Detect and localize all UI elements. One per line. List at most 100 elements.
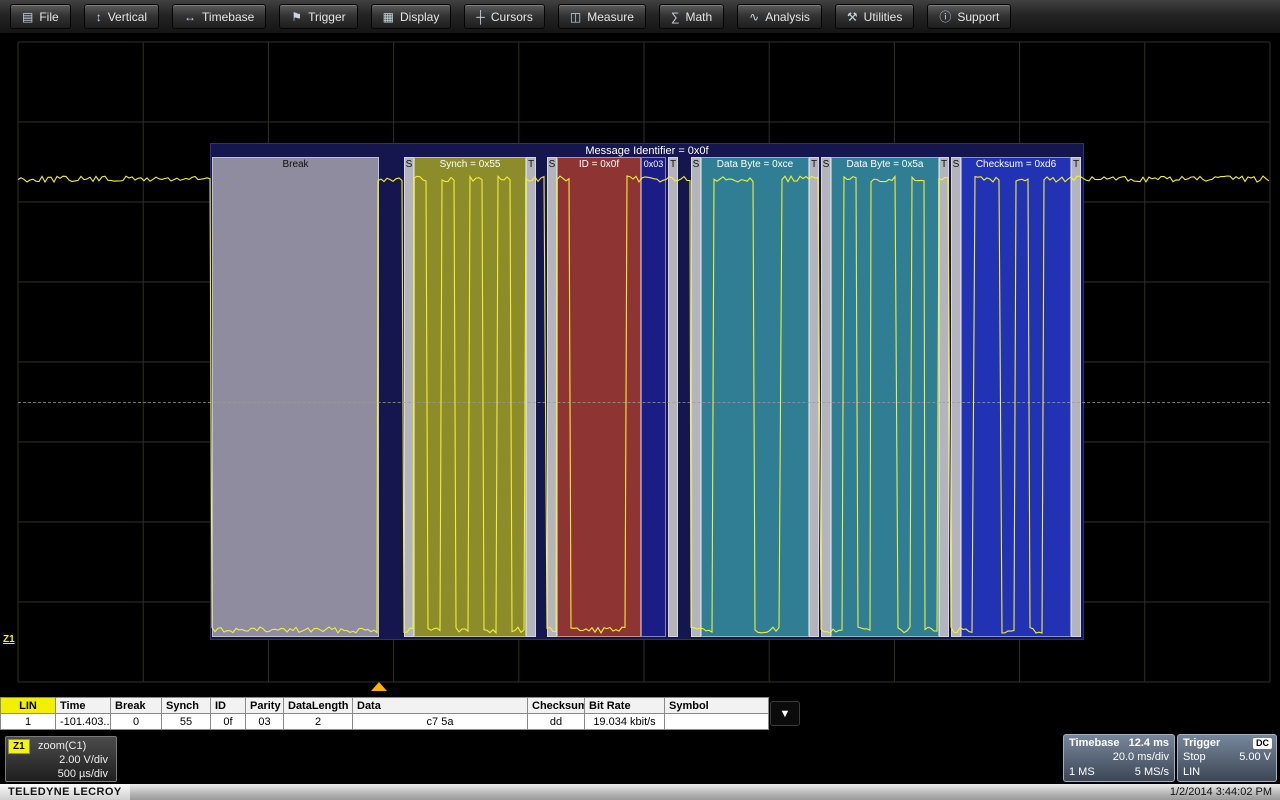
decode-field-id: ID = 0x0f [557, 157, 641, 637]
table-header-cell: Break [111, 698, 162, 714]
trigger-title: Trigger [1183, 737, 1220, 749]
timebase-samples: 1 MS [1069, 766, 1095, 778]
decode-field-label: ID = 0x0f [558, 158, 640, 171]
menu-analysis-button[interactable]: ∿ Analysis [737, 4, 822, 29]
trigger-coupling-badge: DC [1253, 738, 1272, 749]
decode-field-label: Data Byte = 0xce [702, 158, 808, 171]
start-bit-label: S [952, 158, 960, 171]
menu-timebase-button[interactable]: ↔ Timebase [172, 4, 266, 29]
menu-cursors-button[interactable]: ┼ Cursors [464, 4, 545, 29]
table-header-cell: ID [211, 698, 246, 714]
chevron-down-icon: ▼ [780, 708, 791, 720]
table-value-cell: dd [528, 714, 585, 730]
start-bit-label: S [692, 158, 700, 171]
table-bus-label[interactable]: LIN [1, 698, 56, 714]
timebase-panel[interactable]: Timebase 12.4 ms 20.0 ms/div 1 MS 5 MS/s [1063, 734, 1175, 782]
menu-trigger-button[interactable]: ⚑ Trigger [279, 4, 357, 29]
table-value-cell [665, 714, 769, 730]
menu-label: Trigger [308, 10, 346, 24]
table-header-cell: Synch [162, 698, 211, 714]
decode-start-bit: S [951, 157, 961, 637]
trigger-panel[interactable]: Trigger DC Stop 5.00 V LIN [1177, 734, 1277, 782]
trigger-position-marker[interactable] [371, 682, 387, 691]
brand-patch: TELEDYNE LECROY [0, 784, 130, 800]
menu-measure-button[interactable]: ◫Measure [558, 4, 646, 29]
zoom-descriptor-panel[interactable]: Z1 zoom(C1) 2.00 V/div 500 µs/div [5, 736, 117, 782]
menu-label: File [39, 10, 58, 24]
decode-field-label: Synch = 0x55 [415, 158, 525, 171]
menu-utilities-button[interactable]: ⚒Utilities [835, 4, 914, 29]
menu-label: Utilities [864, 10, 903, 24]
decode-field-data2: Data Byte = 0x5a [831, 157, 939, 637]
decode-stop-bit: T [1071, 157, 1081, 637]
decode-stop-bit: T [526, 157, 536, 637]
menu-label: Cursors [491, 10, 533, 24]
decode-field-label: Data Byte = 0x5a [832, 158, 938, 171]
timebase-sample-rate: 5 MS/s [1135, 766, 1169, 778]
menu-file-button[interactable]: ▤File [10, 4, 71, 29]
stop-bit-label: T [810, 158, 818, 171]
decode-stop-bit: T [809, 157, 819, 637]
decode-field-break: Break [212, 157, 379, 637]
measure-icon: ◫ [570, 11, 581, 23]
table-header-cell: Checksum [528, 698, 585, 714]
menu-label: Support [957, 10, 999, 24]
decode-start-bit: S [821, 157, 831, 637]
decode-stop-bit: T [668, 157, 678, 637]
support-icon: ⓘ [939, 11, 951, 23]
status-bar: TELEDYNE LECROY 1/2/2014 3:44:02 PM [0, 784, 1280, 800]
zero-reference-line [18, 402, 1270, 403]
trigger-source: LIN [1183, 766, 1200, 778]
decode-field-checksum: Checksum = 0xd6 [961, 157, 1071, 637]
table-header-cell: Data [353, 698, 528, 714]
decode-start-bit: S [691, 157, 701, 637]
decode-result-table: LIN Time Break Synch ID Parity DataLengt… [0, 697, 769, 730]
table-header-cell: Symbol [665, 698, 769, 714]
menu-vertical-button[interactable]: ↕ Vertical [84, 4, 159, 29]
table-value-cell: -101.403... [56, 714, 111, 730]
start-bit-label: S [822, 158, 830, 171]
table-row-index: 1 [1, 714, 56, 730]
menu-label: Display [400, 10, 439, 24]
analysis-icon: ∿ [749, 11, 759, 23]
decode-field-label: Break [213, 158, 378, 171]
waveform-display-area[interactable]: Message Identifier = 0x0f Break S Synch … [0, 34, 1280, 692]
math-icon: ∑ [671, 11, 680, 23]
decode-field-label: 0x03 [642, 158, 665, 171]
zoom-volts-per-div: 2.00 V/div [59, 754, 108, 766]
menu-label: Analysis [765, 10, 810, 24]
timebase-icon: ↔ [184, 11, 196, 23]
zoom-trace-tag: Z1 [8, 739, 30, 754]
stop-bit-label: T [1072, 158, 1080, 171]
menu-label: Vertical [108, 10, 147, 24]
zoom-trace-label[interactable]: Z1 [3, 634, 15, 645]
stop-bit-label: T [669, 158, 677, 171]
table-header-cell: Time [56, 698, 111, 714]
trigger-icon: ⚑ [291, 11, 302, 23]
menu-bar: ▤File ↕ Vertical ↔ Timebase ⚑ Trigger ▦ Disp… [0, 0, 1280, 34]
zoom-source: zoom(C1) [38, 740, 86, 752]
menu-math-button[interactable]: ∑Math [659, 4, 724, 29]
table-header-cell: Bit Rate [585, 698, 665, 714]
decode-field-synch: Synch = 0x55 [414, 157, 526, 637]
table-header-cell: Parity [246, 698, 284, 714]
display-icon: ▦ [383, 11, 394, 23]
timebase-title: Timebase [1069, 737, 1120, 749]
stop-bit-label: T [940, 158, 948, 171]
menu-display-button[interactable]: ▦ Display [371, 4, 452, 29]
menu-label: Timebase [202, 10, 254, 24]
table-header-row: LIN Time Break Synch ID Parity DataLengt… [1, 698, 769, 714]
cursors-icon: ┼ [476, 11, 485, 23]
table-dropdown-button[interactable]: ▼ [770, 701, 800, 726]
menu-support-button[interactable]: ⓘ Support [927, 4, 1011, 29]
table-value-cell: 2 [284, 714, 353, 730]
timebase-time-per-div: 20.0 ms/div [1113, 751, 1169, 763]
table-value-cell: 19.034 kbit/s [585, 714, 665, 730]
start-bit-label: S [405, 158, 413, 171]
brand-logo: TELEDYNE LECROY [8, 786, 122, 798]
vertical-icon: ↕ [96, 11, 102, 23]
decode-field-parity: 0x03 [641, 157, 666, 637]
table-header-cell: DataLength [284, 698, 353, 714]
datetime: 1/2/2014 3:44:02 PM [1170, 786, 1280, 798]
trigger-mode: Stop [1183, 751, 1206, 763]
